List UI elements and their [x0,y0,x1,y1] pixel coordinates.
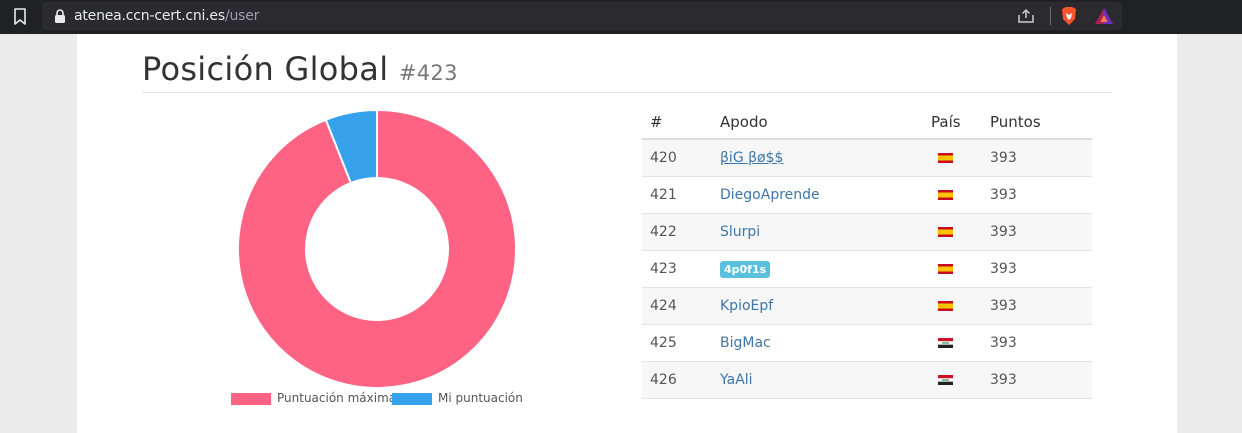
points-cell: 393 [990,372,1017,388]
user-link[interactable]: YaAli [720,372,753,388]
bookmark-icon[interactable] [12,8,28,26]
table-row: 421 DiegoAprende 393 [642,177,1092,214]
points-cell: 393 [990,150,1017,166]
table-row: 423 4p0f1s 393 [642,251,1092,288]
legend-label-mine: Mi puntuación [438,391,523,405]
rank-cell: 423 [650,261,677,277]
address-bar[interactable]: atenea.ccn-cert.cni.es/user [42,2,1122,30]
rank-badge: #423 [398,61,458,85]
user-link[interactable]: Slurpi [720,224,760,240]
url-host: atenea.ccn-cert.cni.es [74,8,225,24]
page-title: Posición Global #423 [142,50,458,88]
iraq-flag-icon [938,375,953,385]
legend-swatch-max [231,393,271,405]
table-header: # Apodo País Puntos [642,102,1092,140]
table-row: 426 YaAli 393 [642,362,1092,399]
title-divider [142,92,1112,93]
lock-icon[interactable] [54,9,66,23]
user-link[interactable]: βiG βø$$ [720,150,783,166]
rank-cell: 425 [650,335,677,351]
title-text: Posición Global [142,50,389,88]
spain-flag-icon [938,153,953,163]
table-row: 425 BigMac 393 [642,325,1092,362]
table-row: 420 βiG βø$$ 393 [642,140,1092,177]
page-content: Posición Global #423 Puntuación máxima M… [77,34,1177,433]
points-cell: 393 [990,261,1017,277]
rank-cell: 426 [650,372,677,388]
user-link[interactable]: DiegoAprende [720,187,820,203]
user-link[interactable]: KpioEpf [720,298,773,314]
url-path: /user [224,8,260,24]
rank-cell: 422 [650,224,677,240]
spain-flag-icon [938,264,953,274]
points-cell: 393 [990,335,1017,351]
table-row: 424 KpioEpf 393 [642,288,1092,325]
legend-label-max: Puntuación máxima [277,391,397,405]
table-row: 422 Slurpi 393 [642,214,1092,251]
brave-shields-icon[interactable] [1060,6,1078,26]
spain-flag-icon [938,190,953,200]
iraq-flag-icon [938,338,953,348]
ranking-table: # Apodo País Puntos 420 βiG βø$$ 393 421 Die… [642,102,1092,399]
header-nick: Apodo [720,113,768,131]
points-cell: 393 [990,298,1017,314]
rank-cell: 424 [650,298,677,314]
header-country: País [931,113,961,131]
score-donut-chart [237,108,517,389]
header-points: Puntos [990,113,1041,131]
spain-flag-icon [938,227,953,237]
user-link[interactable]: BigMac [720,335,771,351]
share-icon[interactable] [1017,8,1035,24]
points-cell: 393 [990,224,1017,240]
rank-cell: 421 [650,187,677,203]
points-cell: 393 [990,187,1017,203]
header-num: # [650,113,663,131]
rank-cell: 420 [650,150,677,166]
current-user-badge[interactable]: 4p0f1s [720,261,771,278]
legend-swatch-mine [392,393,432,405]
url-text[interactable]: atenea.ccn-cert.cni.es/user [74,8,259,24]
browser-toolbar: atenea.ccn-cert.cni.es/user [0,0,1242,34]
table-body: 420 βiG βø$$ 393 421 DiegoAprende 393 422 Slurp… [642,140,1092,399]
spain-flag-icon [938,301,953,311]
brave-rewards-icon[interactable] [1094,7,1114,25]
toolbar-divider [1050,7,1051,25]
